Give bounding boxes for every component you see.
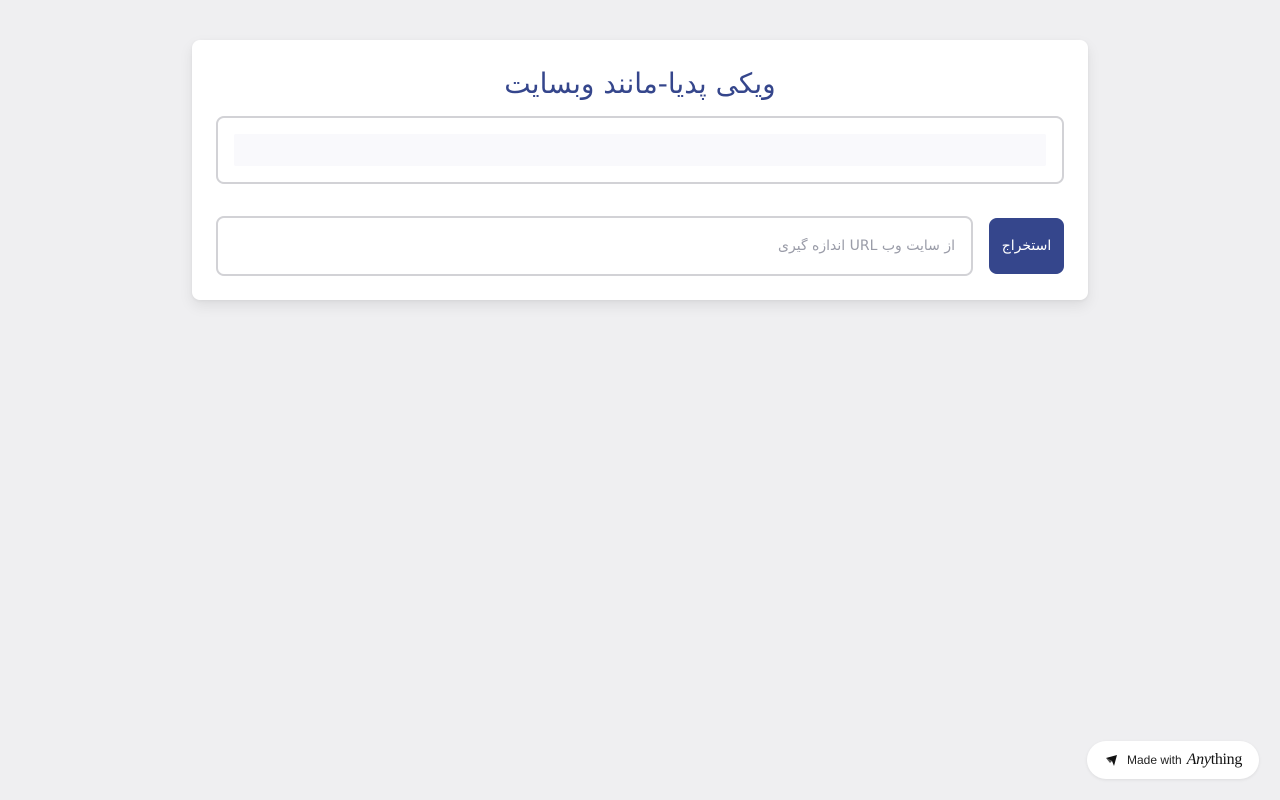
- content-output-area: [234, 134, 1046, 166]
- anything-brand: Anything: [1186, 751, 1243, 769]
- anything-brand-rest: thing: [1210, 751, 1243, 768]
- made-with-label: Made with: [1127, 753, 1182, 767]
- made-with-anything-badge[interactable]: Made with Anything: [1087, 741, 1259, 779]
- url-input[interactable]: [216, 216, 973, 276]
- page-title: ویکی پدیا-مانند وبسایت: [504, 67, 776, 100]
- main-card: ویکی پدیا-مانند وبسایت استخراج: [192, 40, 1088, 300]
- anything-logo-icon: [1105, 753, 1119, 767]
- extract-button[interactable]: استخراج: [989, 218, 1064, 274]
- anything-brand-italic: Any: [1186, 751, 1211, 768]
- content-output-box: [216, 116, 1064, 184]
